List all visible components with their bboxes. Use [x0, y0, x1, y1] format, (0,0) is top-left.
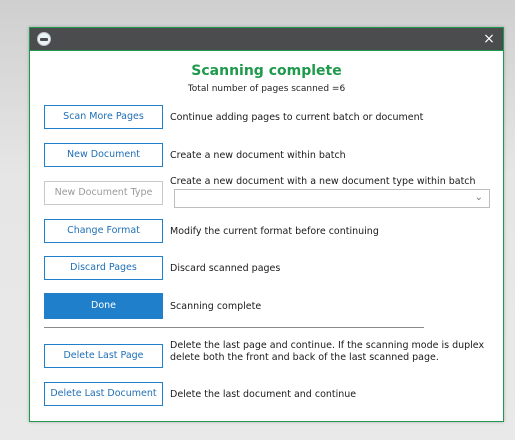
delete-last-document-description: Delete the last document and continue — [170, 389, 357, 400]
chevron-down-icon[interactable]: ⌄ — [475, 192, 483, 203]
pages-scanned-count: Total number of pages scanned =6 — [187, 84, 346, 94]
divider — [44, 327, 424, 328]
change-format-description: Modify the current format before continu… — [170, 226, 379, 237]
new-document-description: Create a new document within batch — [170, 150, 346, 161]
new-document-type-description: Create a new document with a new documen… — [170, 176, 476, 187]
scan-more-pages-description: Continue adding pages to current batch o… — [170, 112, 424, 123]
done-button[interactable]: Done — [44, 293, 163, 319]
change-format-button[interactable]: Change Format — [44, 219, 163, 243]
scan-complete-dialog: × Scanning complete Total number of page… — [29, 27, 504, 422]
new-document-type-button: New Document Type — [44, 181, 163, 205]
new-document-button[interactable]: New Document — [44, 143, 163, 167]
dialog-heading: Scanning complete — [191, 63, 342, 79]
discard-pages-button[interactable]: Discard Pages — [44, 256, 163, 280]
delete-last-document-button[interactable]: Delete Last Document — [44, 382, 163, 406]
delete-last-page-description: Delete the last page and continue. If th… — [170, 340, 485, 363]
delete-last-page-button[interactable]: Delete Last Page — [44, 344, 163, 368]
scan-more-pages-button[interactable]: Scan More Pages — [44, 105, 163, 129]
app-icon — [37, 32, 51, 46]
document-type-select[interactable]: ⌄ — [174, 189, 490, 208]
done-description: Scanning complete — [170, 301, 262, 312]
close-icon[interactable]: × — [480, 28, 498, 50]
title-bar: × — [30, 28, 503, 51]
discard-pages-description: Discard scanned pages — [170, 263, 281, 274]
